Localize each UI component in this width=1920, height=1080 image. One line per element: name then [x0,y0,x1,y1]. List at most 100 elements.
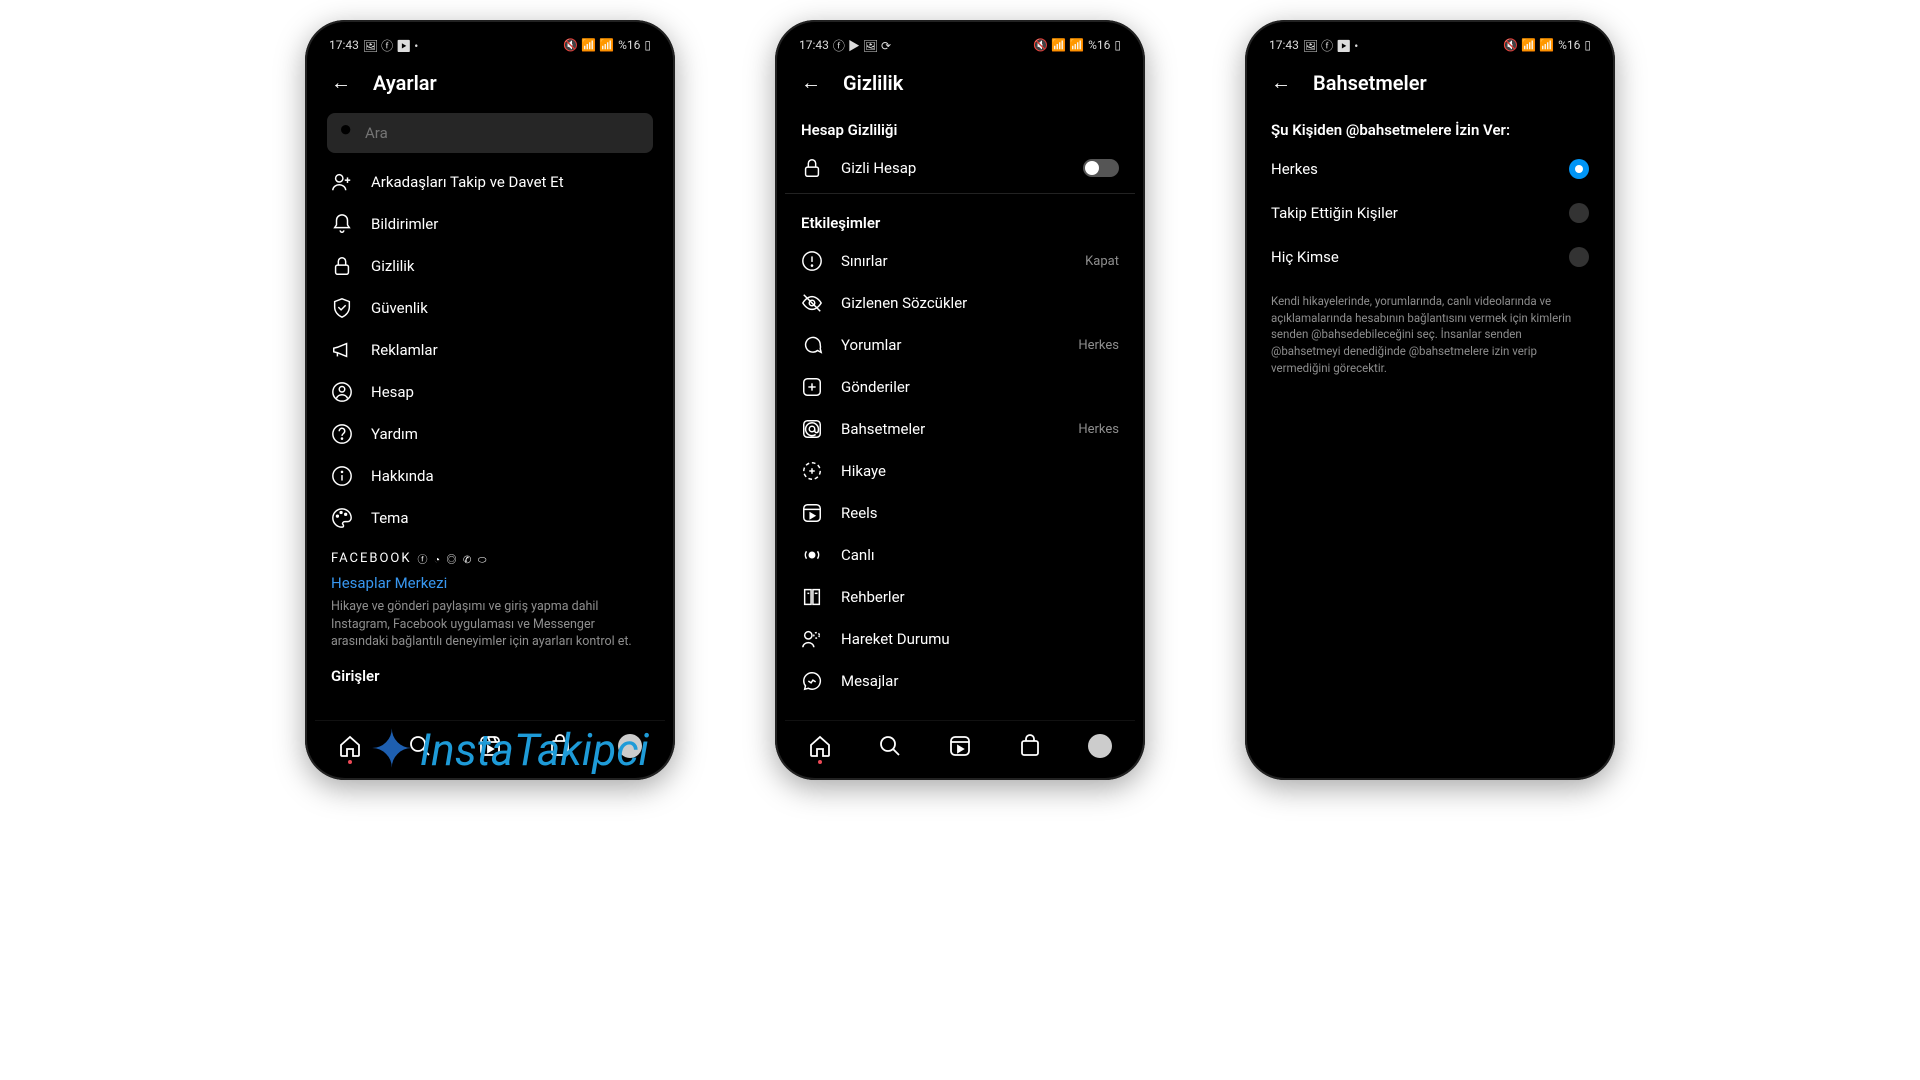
menu-story[interactable]: Hikaye [785,450,1135,492]
plus-square-icon [801,376,823,398]
search-input[interactable] [327,113,653,153]
menu-status: Kapat [1085,254,1119,269]
alert-icon [801,250,823,272]
menu-security[interactable]: Güvenlik [315,287,665,329]
radio-everyone[interactable]: Herkes [1255,147,1605,191]
live-icon [801,544,823,566]
status-time: 17:43 [1269,38,1299,52]
menu-label: Rehberler [841,588,905,606]
menu-label: Reklamlar [371,341,438,359]
menu-account[interactable]: Hesap [315,371,665,413]
back-arrow-icon[interactable]: ← [801,70,821,95]
menu-status: Herkes [1078,422,1119,437]
status-bar: 17:43 🖼 ⓕ ▶ • 🔇 📶 📶 %16 ▯ [315,30,665,56]
story-icon [801,460,823,482]
battery-icon: ▯ [644,38,651,52]
reels-icon [801,502,823,524]
nav-reels[interactable] [948,734,972,758]
menu-activity-status[interactable]: Hareket Durumu [785,618,1135,660]
mentions-description: Kendi hikayelerinde, yorumlarında, canlı… [1255,279,1605,390]
menu-mentions[interactable]: Bahsetmeler Herkes [785,408,1135,450]
page-title: Ayarlar [373,71,437,95]
radio-label: Takip Ettiğin Kişiler [1271,204,1398,222]
menu-label: Bildirimler [371,215,438,233]
nav-home[interactable] [808,734,832,758]
menu-label: Gizlilik [371,257,415,275]
menu-guides[interactable]: Rehberler [785,576,1135,618]
back-arrow-icon[interactable]: ← [1271,70,1291,95]
menu-notifications[interactable]: Bildirimler [315,203,665,245]
status-icons-right: 🔇 📶 📶 [1503,38,1554,52]
nav-profile[interactable] [1088,734,1112,758]
menu-label: Hikaye [841,462,886,480]
radio-label: Herkes [1271,160,1318,178]
logins-section-label: Girişler [315,661,665,691]
page-title: Bahsetmeler [1313,71,1427,95]
radio-button[interactable] [1569,159,1589,179]
menu-about[interactable]: Hakkında [315,455,665,497]
watermark-text: InstaTakipci [420,724,649,776]
phone-privacy: 17:43 ⓕ ▶ 🖼 ⟳ 🔇 📶 📶 %16 ▯ ← Gizlilik Hes… [775,20,1145,780]
menu-theme[interactable]: Tema [315,497,665,539]
menu-label: Yorumlar [841,336,901,354]
shield-icon [331,297,353,319]
menu-label: Hareket Durumu [841,630,950,648]
lock-icon [331,255,353,277]
nav-shop[interactable] [1018,734,1042,758]
menu-live[interactable]: Canlı [785,534,1135,576]
menu-posts[interactable]: Gönderiler [785,366,1135,408]
info-icon [331,465,353,487]
palette-icon [331,507,353,529]
menu-help[interactable]: Yardım [315,413,665,455]
battery-icon: ▯ [1584,38,1591,52]
help-icon [331,423,353,445]
status-bar: 17:43 ⓕ ▶ 🖼 ⟳ 🔇 📶 📶 %16 ▯ [785,30,1135,56]
radio-noone[interactable]: Hiç Kimse [1255,235,1605,279]
menu-label: Canlı [841,546,875,564]
bottom-nav [785,720,1135,770]
menu-invite-friends[interactable]: Arkadaşları Takip ve Davet Et [315,161,665,203]
accounts-center-description: Hikaye ve gönderi paylaşımı ve giriş yap… [315,598,665,661]
facebook-section-label: FACEBOOK ⓕ ◔ ◎ ✆ ⬭ [315,539,665,570]
menu-comments[interactable]: Yorumlar Herkes [785,324,1135,366]
menu-privacy[interactable]: Gizlilik [315,245,665,287]
status-icons-left: 🖼 ⓕ ▶ • [1303,37,1358,54]
menu-label: Gönderiler [841,378,910,396]
status-time: 17:43 [799,38,829,52]
private-account-label: Gizli Hesap [841,159,916,177]
status-icons-left: 🖼 ⓕ ▶ • [363,37,418,54]
menu-label: Arkadaşları Takip ve Davet Et [371,173,564,191]
menu-hidden-words[interactable]: Gizlenen Sözcükler [785,282,1135,324]
menu-ads[interactable]: Reklamlar [315,329,665,371]
nav-home[interactable] [338,734,362,758]
private-account-toggle[interactable] [1083,159,1119,177]
mentions-allow-heading: Şu Kişiden @bahsetmelere İzin Ver: [1255,105,1605,147]
status-time: 17:43 [329,38,359,52]
activity-icon [801,628,823,650]
radio-button[interactable] [1569,203,1589,223]
radio-button[interactable] [1569,247,1589,267]
search-field[interactable] [365,124,641,142]
menu-messages[interactable]: Mesajlar [785,660,1135,702]
watermark-logo: ✦ InstaTakipci [370,720,649,780]
menu-label: Gizlenen Sözcükler [841,294,967,312]
nav-search[interactable] [878,734,902,758]
phone-settings: 17:43 🖼 ⓕ ▶ • 🔇 📶 📶 %16 ▯ ← Ayarlar [305,20,675,780]
menu-reels[interactable]: Reels [785,492,1135,534]
radio-following[interactable]: Takip Ettiğin Kişiler [1255,191,1605,235]
accounts-center-link[interactable]: Hesaplar Merkezi [315,570,665,598]
back-arrow-icon[interactable]: ← [331,70,351,95]
status-battery: %16 [1558,38,1580,52]
status-bar: 17:43 🖼 ⓕ ▶ • 🔇 📶 📶 %16 ▯ [1255,30,1605,56]
star-icon: ✦ [370,720,414,780]
person-plus-icon [331,171,353,193]
menu-limits[interactable]: Sınırlar Kapat [785,240,1135,282]
status-battery: %16 [618,38,640,52]
person-circle-icon [331,381,353,403]
status-battery: %16 [1088,38,1110,52]
menu-label: Mesajlar [841,672,898,690]
private-account-toggle-row[interactable]: Gizli Hesap [785,147,1135,189]
messenger-icon [801,670,823,692]
divider [785,193,1135,194]
status-icons-right: 🔇 📶 📶 [563,38,614,52]
